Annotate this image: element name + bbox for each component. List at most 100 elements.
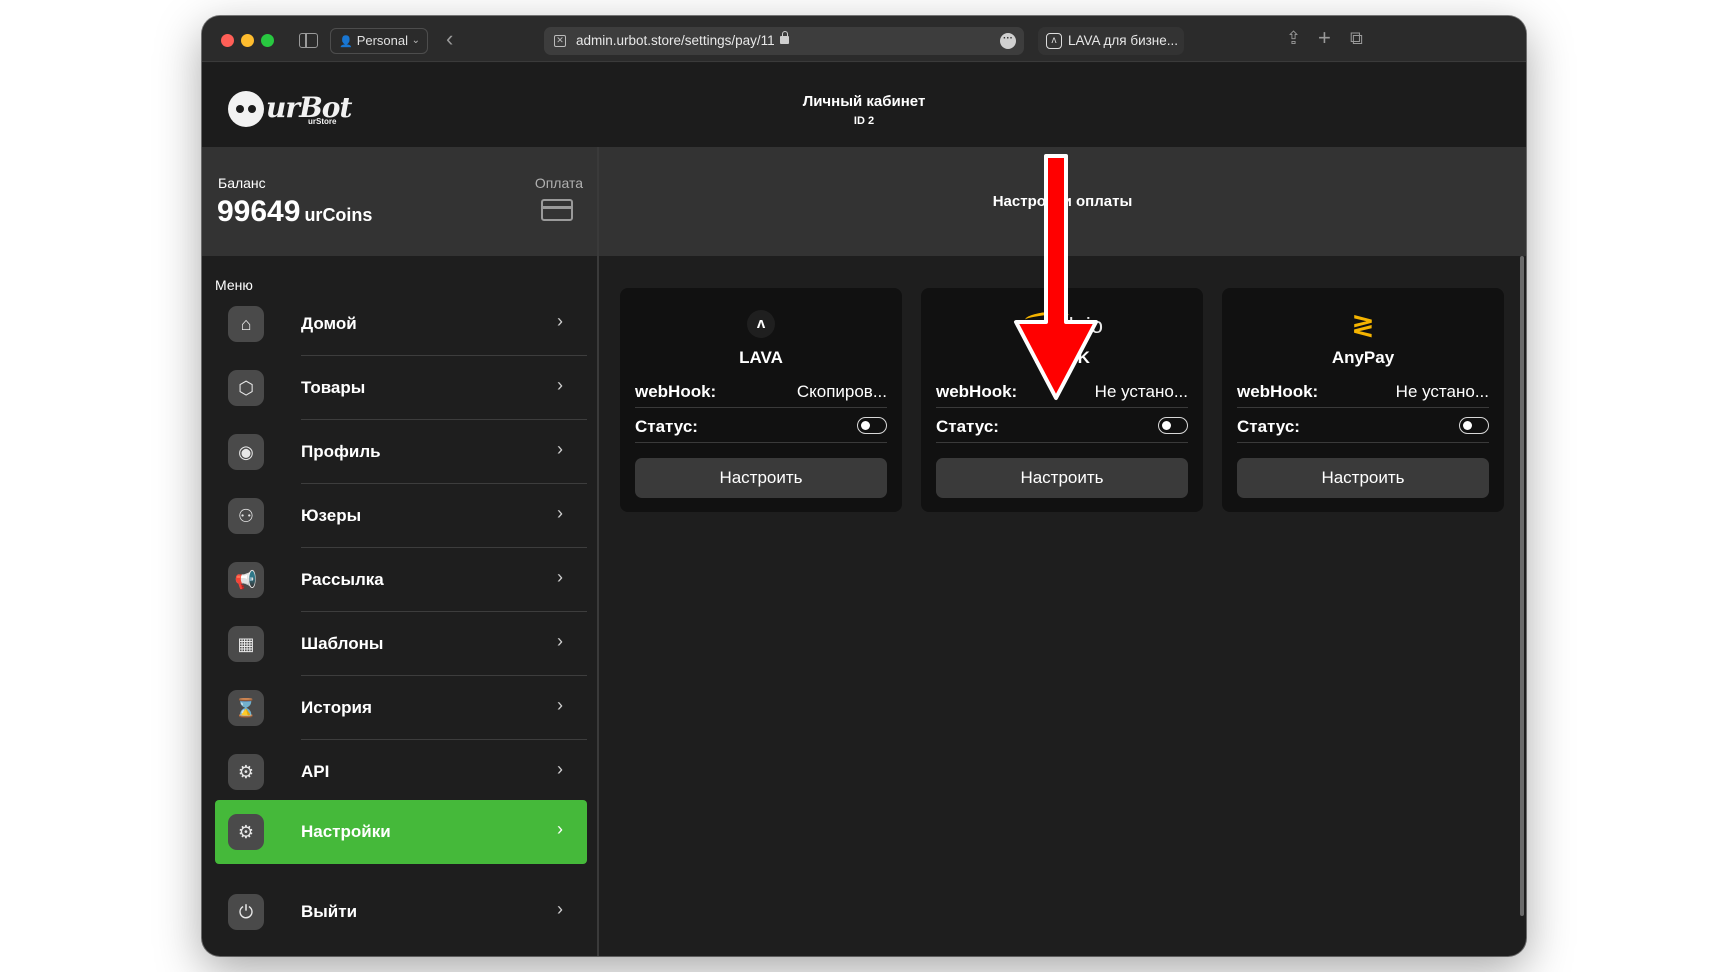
share-icon[interactable]: ⇪ <box>1286 28 1301 49</box>
configure-button[interactable]: Настроить <box>936 458 1188 498</box>
provider-name: AnyPay <box>1331 348 1395 367</box>
url-text: admin.urbot.store/settings/pay/11 <box>576 33 775 48</box>
menu-item-mailing[interactable]: 📢 Рассылка › <box>215 548 587 612</box>
person-icon: 👤 <box>339 36 353 48</box>
menu-item-settings[interactable]: ⚙ Настройки › <box>215 800 587 864</box>
balance-panel: Баланс 99649 urCoins Оплата <box>202 147 597 256</box>
box-icon: ⬡ <box>228 370 264 406</box>
maximize-window-button[interactable] <box>261 34 274 47</box>
balance-amount: 99649 urCoins <box>217 195 372 229</box>
menu-item-users[interactable]: ⚇ Юзеры › <box>215 484 587 548</box>
chevron-right-icon: › <box>557 899 563 919</box>
more-icon[interactable]: ··· <box>1000 33 1016 49</box>
status-label: Статус: <box>635 417 698 436</box>
chip-icon: ⚙ <box>228 754 264 790</box>
status-row: Статус: <box>635 411 887 443</box>
credit-card-icon[interactable] <box>541 199 573 221</box>
payment-label: Оплата <box>534 175 583 191</box>
minimize-window-button[interactable] <box>241 34 254 47</box>
grid-icon: ▦ <box>228 626 264 662</box>
status-row: Статус: <box>936 411 1188 443</box>
app-header: urBot urStore Личный кабинет ID 2 <box>202 63 1526 147</box>
menu-item-profile[interactable]: ◉ Профиль › <box>215 420 587 484</box>
balance-unit: urCoins <box>304 205 373 225</box>
browser-window: 👤 Personal ⌄ ‹ ✕ admin.urbot.store/settin… <box>202 16 1526 956</box>
new-tab-icon[interactable]: + <box>1318 25 1331 51</box>
provider-name: LAVA <box>739 348 783 367</box>
red-arrow-annotation <box>1014 154 1098 400</box>
status-label: Статус: <box>1237 417 1300 436</box>
menu-item-label: Домой <box>301 314 357 333</box>
webhook-row: webHook: Скопиров... <box>635 376 887 408</box>
webhook-value[interactable]: Не устано... <box>1396 382 1489 402</box>
menu-item-history[interactable]: ⌛ История › <box>215 676 587 740</box>
webhook-label: webHook: <box>635 382 717 401</box>
scrollbar[interactable] <box>1520 256 1524 916</box>
menu-item-label: Настройки <box>301 822 391 841</box>
chevron-right-icon: › <box>557 311 563 331</box>
browser-tab-lava[interactable]: ᴧ LAVA для бизне... <box>1038 27 1184 55</box>
status-row: Статус: <box>1237 411 1489 443</box>
profile-selector[interactable]: 👤 Personal ⌄ <box>330 28 428 54</box>
browser-titlebar: 👤 Personal ⌄ ‹ ✕ admin.urbot.store/settin… <box>202 16 1526 62</box>
menu-item-home[interactable]: ⌂ Домой › <box>215 292 587 356</box>
chevron-down-icon: ⌄ <box>411 35 420 46</box>
users-icon: ⚇ <box>228 498 264 534</box>
close-window-button[interactable] <box>221 34 234 47</box>
menu-item-logout[interactable]: ⏻ Выйти › <box>215 880 587 944</box>
page-title: Личный кабинет <box>802 93 926 110</box>
site-icon: ✕ <box>554 35 566 47</box>
provider-card-lava: ᴧ LAVA webHook: Скопиров... Статус: Наст… <box>620 288 902 512</box>
vertical-divider <box>597 147 599 956</box>
menu-label: Меню <box>215 277 253 293</box>
webhook-value[interactable]: Не устано... <box>1095 382 1188 402</box>
menu-item-label: Выйти <box>301 902 358 921</box>
configure-button[interactable]: Настроить <box>635 458 887 498</box>
menu-item-products[interactable]: ⬡ Товары › <box>215 356 587 420</box>
chevron-right-icon: › <box>557 375 563 395</box>
menu-item-templates[interactable]: ▦ Шаблоны › <box>215 612 587 676</box>
tab-title: LAVA для бизне... <box>1068 33 1179 48</box>
address-bar[interactable]: ✕ admin.urbot.store/settings/pay/11 ··· <box>544 27 1024 55</box>
menu-item-label: Товары <box>301 378 366 397</box>
status-toggle[interactable] <box>1459 417 1489 434</box>
status-toggle[interactable] <box>1158 417 1188 434</box>
menu-item-label: Шаблоны <box>301 634 384 653</box>
chevron-right-icon: › <box>557 503 563 523</box>
megaphone-icon: 📢 <box>228 562 264 598</box>
menu-item-label: API <box>301 762 330 781</box>
back-icon[interactable]: ‹ <box>446 28 453 50</box>
lava-favicon-icon: ᴧ <box>1046 33 1062 49</box>
anypay-logo: ≷ <box>1222 310 1504 342</box>
configure-button[interactable]: Настроить <box>1237 458 1489 498</box>
account-id: ID 2 <box>853 115 875 127</box>
menu-item-label: История <box>301 698 372 717</box>
home-icon: ⌂ <box>228 306 264 342</box>
chevron-right-icon: › <box>557 439 563 459</box>
profile-label: Personal <box>356 33 409 48</box>
gear-icon: ⚙ <box>228 814 264 850</box>
lava-logo: ᴧ <box>620 310 902 342</box>
logout-icon: ⏻ <box>228 894 264 930</box>
hourglass-icon: ⌛ <box>228 690 264 726</box>
balance-value: 99649 <box>217 195 301 228</box>
menu-item-api[interactable]: ⚙ API › <box>215 740 587 804</box>
webhook-label: webHook: <box>1237 382 1319 401</box>
status-toggle[interactable] <box>857 417 887 434</box>
status-label: Статус: <box>936 417 999 436</box>
provider-card-anypay: ≷ AnyPay webHook: Не устано... Статус: Н… <box>1222 288 1504 512</box>
sidebar-toggle-icon[interactable] <box>299 33 318 48</box>
menu-item-label: Рассылка <box>301 570 384 589</box>
menu-item-label: Профиль <box>301 442 381 461</box>
menu-item-label: Юзеры <box>301 506 362 525</box>
webhook-value[interactable]: Скопиров... <box>797 382 887 402</box>
balance-label: Баланс <box>218 175 266 191</box>
webhook-label: webHook: <box>936 382 1018 401</box>
profile-icon: ◉ <box>228 434 264 470</box>
chevron-right-icon: › <box>557 631 563 651</box>
chevron-right-icon: › <box>557 567 563 587</box>
chevron-right-icon: › <box>557 819 563 839</box>
tabs-overview-icon[interactable]: ⧉ <box>1350 28 1363 49</box>
anypay-icon: ≷ <box>1351 309 1375 340</box>
lava-icon: ᴧ <box>747 310 775 338</box>
